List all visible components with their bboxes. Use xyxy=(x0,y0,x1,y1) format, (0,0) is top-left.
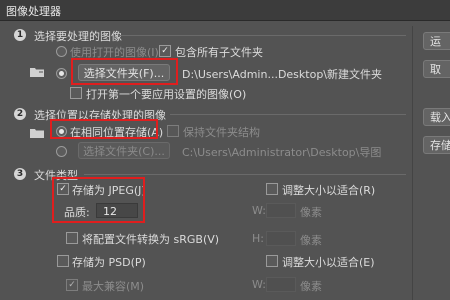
folder-icon xyxy=(30,129,44,138)
keep-folder-structure-label: 保持文件夹结构 xyxy=(183,126,260,139)
cancel-button[interactable]: 取 xyxy=(423,60,450,78)
highlight-box xyxy=(52,177,145,223)
include-subfolders-checkbox[interactable]: ✓ xyxy=(159,45,171,57)
select-dest-folder-button[interactable]: 选择文件夹(C)... xyxy=(78,142,170,159)
psd-width-input[interactable] xyxy=(266,277,296,292)
title-bar xyxy=(0,0,450,21)
open-first-image-checkbox[interactable] xyxy=(70,87,82,99)
jpeg-width-label: W: xyxy=(252,204,266,217)
resize-psd-checkbox[interactable] xyxy=(266,255,278,267)
section2-divider xyxy=(170,114,406,115)
select-dest-folder-radio[interactable] xyxy=(56,146,67,157)
include-subfolders-label: 包含所有子文件夹 xyxy=(175,46,263,59)
section1-number: 1 xyxy=(14,29,26,41)
section3-number: 3 xyxy=(14,168,26,180)
save-as-psd-label: 存储为 PSD(P) xyxy=(72,256,146,269)
max-compat-checkbox[interactable]: ✓ xyxy=(66,279,78,291)
jpeg-height-unit: 像素 xyxy=(300,234,322,247)
open-first-image-label: 打开第一个要应用设置的图像(O) xyxy=(86,88,247,101)
psd-width-unit: 像素 xyxy=(300,280,322,293)
highlight-box xyxy=(71,58,178,85)
highlight-box xyxy=(50,119,158,139)
select-folder-radio[interactable] xyxy=(56,68,67,79)
jpeg-width-input[interactable] xyxy=(266,203,296,218)
source-folder-path: D:\Users\Admin...Desktop\新建文件夹 xyxy=(182,68,383,81)
resize-jpeg-label: 调整大小以适合(R) xyxy=(282,184,376,197)
section2-number: 2 xyxy=(14,108,26,120)
section3-divider xyxy=(84,174,406,175)
resize-jpeg-checkbox[interactable] xyxy=(266,183,278,195)
keep-folder-structure-checkbox[interactable] xyxy=(167,125,179,137)
section1-divider xyxy=(118,35,406,36)
save-settings-button[interactable]: 存储 xyxy=(423,136,450,154)
jpeg-height-input[interactable] xyxy=(266,231,296,246)
convert-srgb-checkbox[interactable] xyxy=(66,232,78,244)
resize-psd-label: 调整大小以适合(E) xyxy=(282,256,375,269)
convert-srgb-label: 将配置文件转换为 sRGB(V) xyxy=(82,233,220,246)
jpeg-height-label: H: xyxy=(252,232,264,245)
max-compat-label: 最大兼容(M) xyxy=(82,280,145,293)
save-as-psd-checkbox[interactable] xyxy=(57,255,69,267)
psd-width-label: W: xyxy=(252,278,266,291)
use-open-images-radio[interactable] xyxy=(56,46,67,57)
window-title: 图像处理器 xyxy=(6,5,61,18)
jpeg-width-unit: 像素 xyxy=(300,206,322,219)
run-button[interactable]: 运 xyxy=(423,32,450,50)
load-button[interactable]: 载入 xyxy=(423,108,450,126)
folder-icon xyxy=(30,68,44,77)
dest-folder-path: C:\Users\Administrator\Desktop\导图 xyxy=(182,146,382,159)
right-separator xyxy=(412,26,413,300)
section1-heading: 选择要处理的图像 xyxy=(34,30,122,43)
